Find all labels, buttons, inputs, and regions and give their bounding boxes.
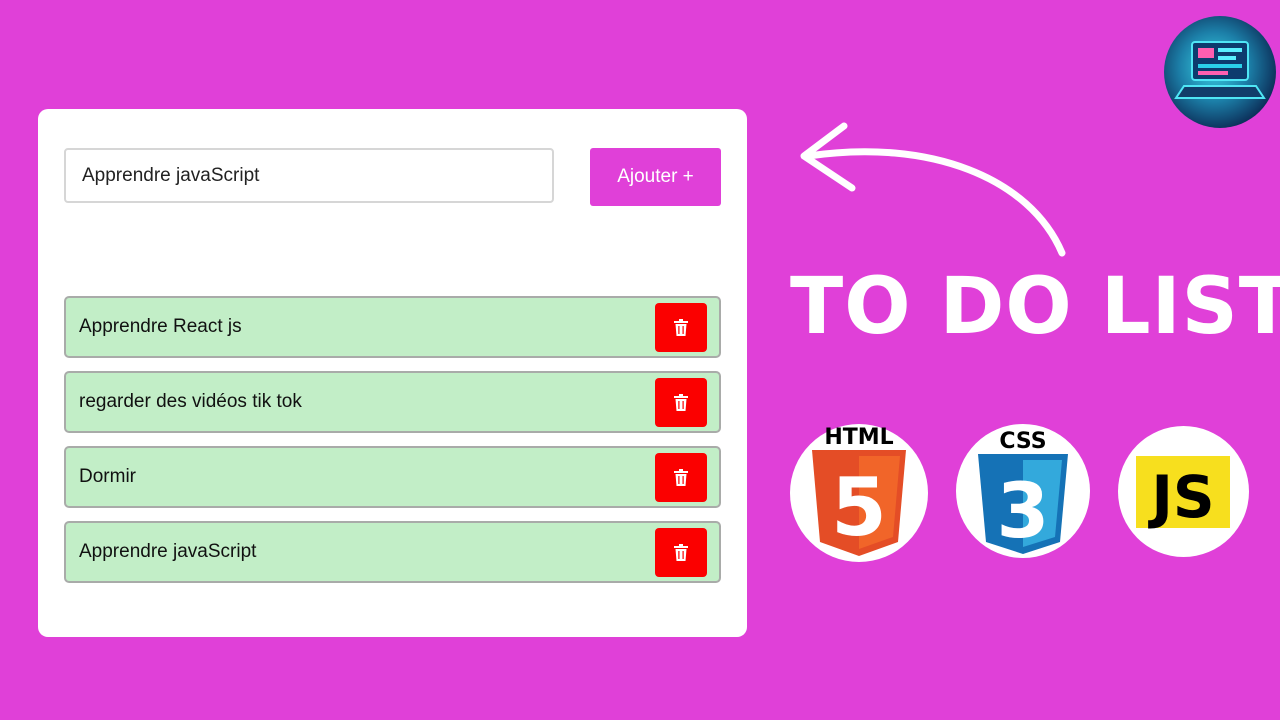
todo-list: Apprendre React js regarder des vidéos t… [64, 296, 721, 596]
trash-icon [674, 318, 688, 336]
html-label: HTML [824, 425, 893, 450]
trash-icon [674, 468, 688, 486]
css-label: CSS [999, 429, 1046, 454]
page-title: TO DO LIST [790, 262, 1280, 352]
html-number: 5 [831, 461, 887, 554]
arrow-icon [800, 122, 1066, 257]
trash-icon [674, 543, 688, 561]
avatar [1164, 16, 1276, 128]
list-item: Apprendre javaScript [64, 521, 721, 583]
list-item-text: Apprendre javaScript [79, 541, 257, 562]
css3-logo: CSS 3 [956, 424, 1090, 558]
list-item: Apprendre React js [64, 296, 721, 358]
add-button[interactable]: Ajouter + [590, 148, 721, 206]
delete-button[interactable] [655, 377, 707, 427]
js-label: JS [1147, 463, 1214, 531]
js-logo: JS [1118, 426, 1249, 557]
trash-icon [674, 393, 688, 411]
laptop-illustration [1174, 41, 1266, 99]
todo-card: Ajouter + Apprendre React js regarder de… [38, 109, 747, 637]
list-item: regarder des vidéos tik tok [64, 371, 721, 433]
list-item: Dormir [64, 446, 721, 508]
list-item-text: Dormir [79, 466, 136, 487]
delete-button[interactable] [655, 527, 707, 577]
html5-logo: HTML 5 [790, 424, 928, 562]
delete-button[interactable] [655, 452, 707, 502]
list-item-text: regarder des vidéos tik tok [79, 391, 302, 412]
todo-input[interactable] [64, 148, 554, 203]
delete-button[interactable] [655, 302, 707, 352]
css-number: 3 [997, 466, 1050, 555]
list-item-text: Apprendre React js [79, 316, 242, 337]
